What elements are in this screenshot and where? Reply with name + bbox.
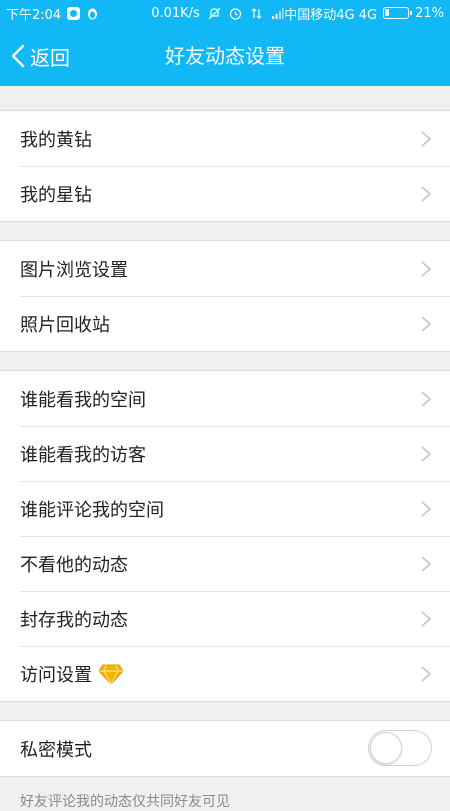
row-hide-their-feed[interactable]: 不看他的动态 [0, 536, 450, 591]
chevron-right-icon [421, 611, 432, 627]
row-label: 谁能评论我的空间 [20, 499, 164, 521]
row-archive-my-feed[interactable]: 封存我的动态 [0, 591, 450, 646]
mute-icon [208, 7, 221, 20]
group-private-mode: 私密模式 [0, 720, 450, 777]
signal-bars-icon [271, 7, 284, 20]
row-label: 访问设置 [20, 664, 92, 686]
chevron-right-icon [421, 446, 432, 462]
chevron-right-icon [421, 501, 432, 517]
chevron-right-icon [421, 261, 432, 277]
alarm-icon [229, 7, 242, 20]
qq-penguin-icon [86, 7, 99, 20]
status-bar: 下午2:04 0.01K/s 中国移动4G 4G 21% [0, 0, 450, 26]
group-vip: 我的黄钻 我的星钻 [0, 110, 450, 222]
data-signal-icon [250, 7, 263, 20]
back-chevron-icon [11, 44, 25, 68]
row-my-star-diamond[interactable]: 我的星钻 [0, 166, 450, 221]
row-who-can-view-space[interactable]: 谁能看我的空间 [0, 371, 450, 426]
battery-fill [385, 9, 390, 16]
row-label: 私密模式 [20, 739, 92, 761]
row-access-settings[interactable]: 访问设置 [0, 646, 450, 701]
row-label: 不看他的动态 [20, 554, 128, 576]
carrier-label: 中国移动4G 4G [284, 7, 378, 23]
toggle-knob [370, 732, 402, 764]
row-my-yellow-diamond[interactable]: 我的黄钻 [0, 111, 450, 166]
private-mode-description: 好友评论我的动态仅共同好友可见 [20, 794, 230, 810]
nav-bar: 返回 好友动态设置 [0, 26, 450, 86]
private-mode-toggle[interactable] [368, 730, 432, 766]
chevron-right-icon [421, 666, 432, 682]
row-label: 谁能看我的空间 [20, 389, 146, 411]
row-label: 照片回收站 [20, 314, 110, 336]
notification-icon [67, 6, 81, 20]
group-privacy: 谁能看我的空间 谁能看我的访客 谁能评论我的空间 不看他的动态 封存我的动态 访… [0, 370, 450, 702]
chevron-right-icon [421, 131, 432, 147]
row-label: 封存我的动态 [20, 609, 128, 631]
row-who-can-view-visitors[interactable]: 谁能看我的访客 [0, 426, 450, 481]
chevron-right-icon [421, 391, 432, 407]
row-label: 谁能看我的访客 [20, 444, 146, 466]
diamond-icon [98, 664, 124, 685]
row-label: 我的星钻 [20, 184, 92, 206]
row-label: 图片浏览设置 [20, 259, 128, 281]
row-image-browse-settings[interactable]: 图片浏览设置 [0, 241, 450, 296]
network-speed: 0.01K/s [151, 5, 200, 21]
battery-icon [383, 7, 413, 19]
battery-percent: 21% [415, 5, 444, 21]
group-photos: 图片浏览设置 照片回收站 [0, 240, 450, 352]
row-photo-recycle-bin[interactable]: 照片回收站 [0, 296, 450, 351]
chevron-right-icon [421, 316, 432, 332]
status-time: 下午2:04 [6, 7, 62, 23]
settings-content: 我的黄钻 我的星钻 图片浏览设置 照片回收站 谁能看我的空间 谁能看我的访客 谁 [0, 86, 450, 811]
chevron-right-icon [421, 556, 432, 572]
row-label: 我的黄钻 [20, 129, 92, 151]
row-private-mode: 私密模式 [0, 721, 450, 776]
back-label: 返回 [30, 45, 70, 70]
row-who-can-comment[interactable]: 谁能评论我的空间 [0, 481, 450, 536]
back-button[interactable]: 返回 [10, 26, 70, 86]
chevron-right-icon [421, 186, 432, 202]
